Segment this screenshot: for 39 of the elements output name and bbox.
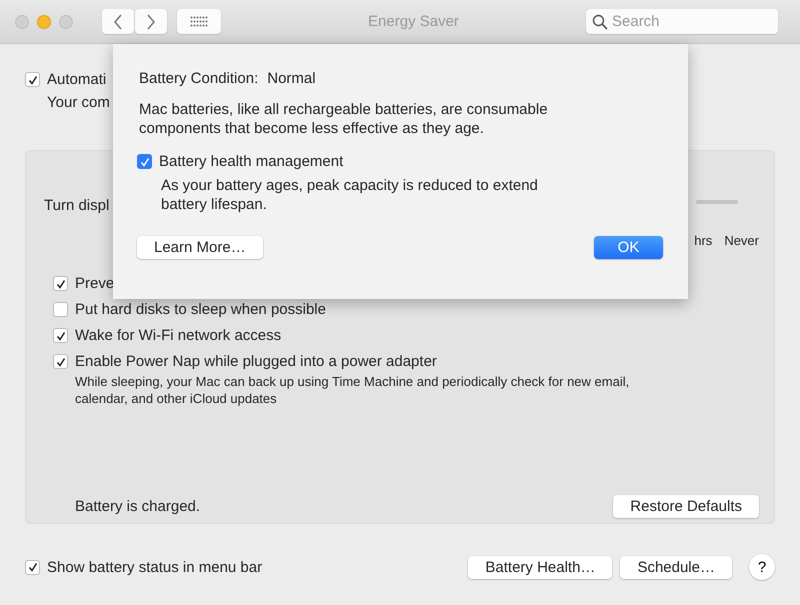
description-text: Mac batteries, like all rechargeable batteries, are consumable components that become less effective as they age. [139,100,549,138]
back-button[interactable] [102,9,134,34]
checkbox-label: Wake for Wi-Fi network access [75,327,282,344]
checkbox-label: Show battery status in menu bar [47,558,262,576]
help-button[interactable]: ? [749,554,775,580]
forward-button[interactable] [135,9,167,34]
slider-track[interactable] [696,200,738,204]
battery-status-text: Battery is charged. [75,498,200,515]
action-button[interactable]: Schedule… [620,556,732,578]
action-button[interactable]: Battery Health… [468,556,612,578]
condition-value: Normal [267,70,316,87]
checkbox[interactable] [53,354,68,369]
tick-label: hrs [694,233,712,249]
checkbox[interactable] [53,276,68,291]
description-text: Your com [47,94,110,111]
checkbox[interactable] [53,328,68,343]
description-text: While sleeping, your Mac can back up using Time Machine and periodically check for new email, calendar, and other iCloud updates [75,373,630,407]
condition-label: Battery Condition: [139,70,258,87]
search-icon [592,14,608,30]
checkbox[interactable] [137,154,152,169]
show-all-button[interactable] [177,9,221,34]
checkbox[interactable] [25,560,40,574]
description-text: As your battery ages, peak capacity is reduced to extend battery lifespan. [161,176,539,214]
checkbox-label: Put hard disks to sleep when possible [75,301,326,318]
checkbox-label: Automati [47,71,106,88]
grid-icon [190,16,208,28]
tick-label: Never [724,233,759,249]
checkbox-label: Enable Power Nap while plugged into a power adapter [75,353,437,370]
chevron-right-icon [146,14,156,30]
restore-defaults-button[interactable]: Restore Defaults [613,495,759,518]
checkbox-label: Preve [75,275,114,292]
dialog-button[interactable]: Learn More… [137,236,263,259]
dialog-button[interactable]: OK [594,236,663,259]
window-title: Energy Saver [367,13,460,30]
checkbox-label: Battery health management [159,153,344,170]
checkbox[interactable] [25,72,40,87]
checkbox[interactable] [53,302,68,317]
chevron-left-icon [113,14,123,30]
slider-label: Turn displ [44,197,110,214]
